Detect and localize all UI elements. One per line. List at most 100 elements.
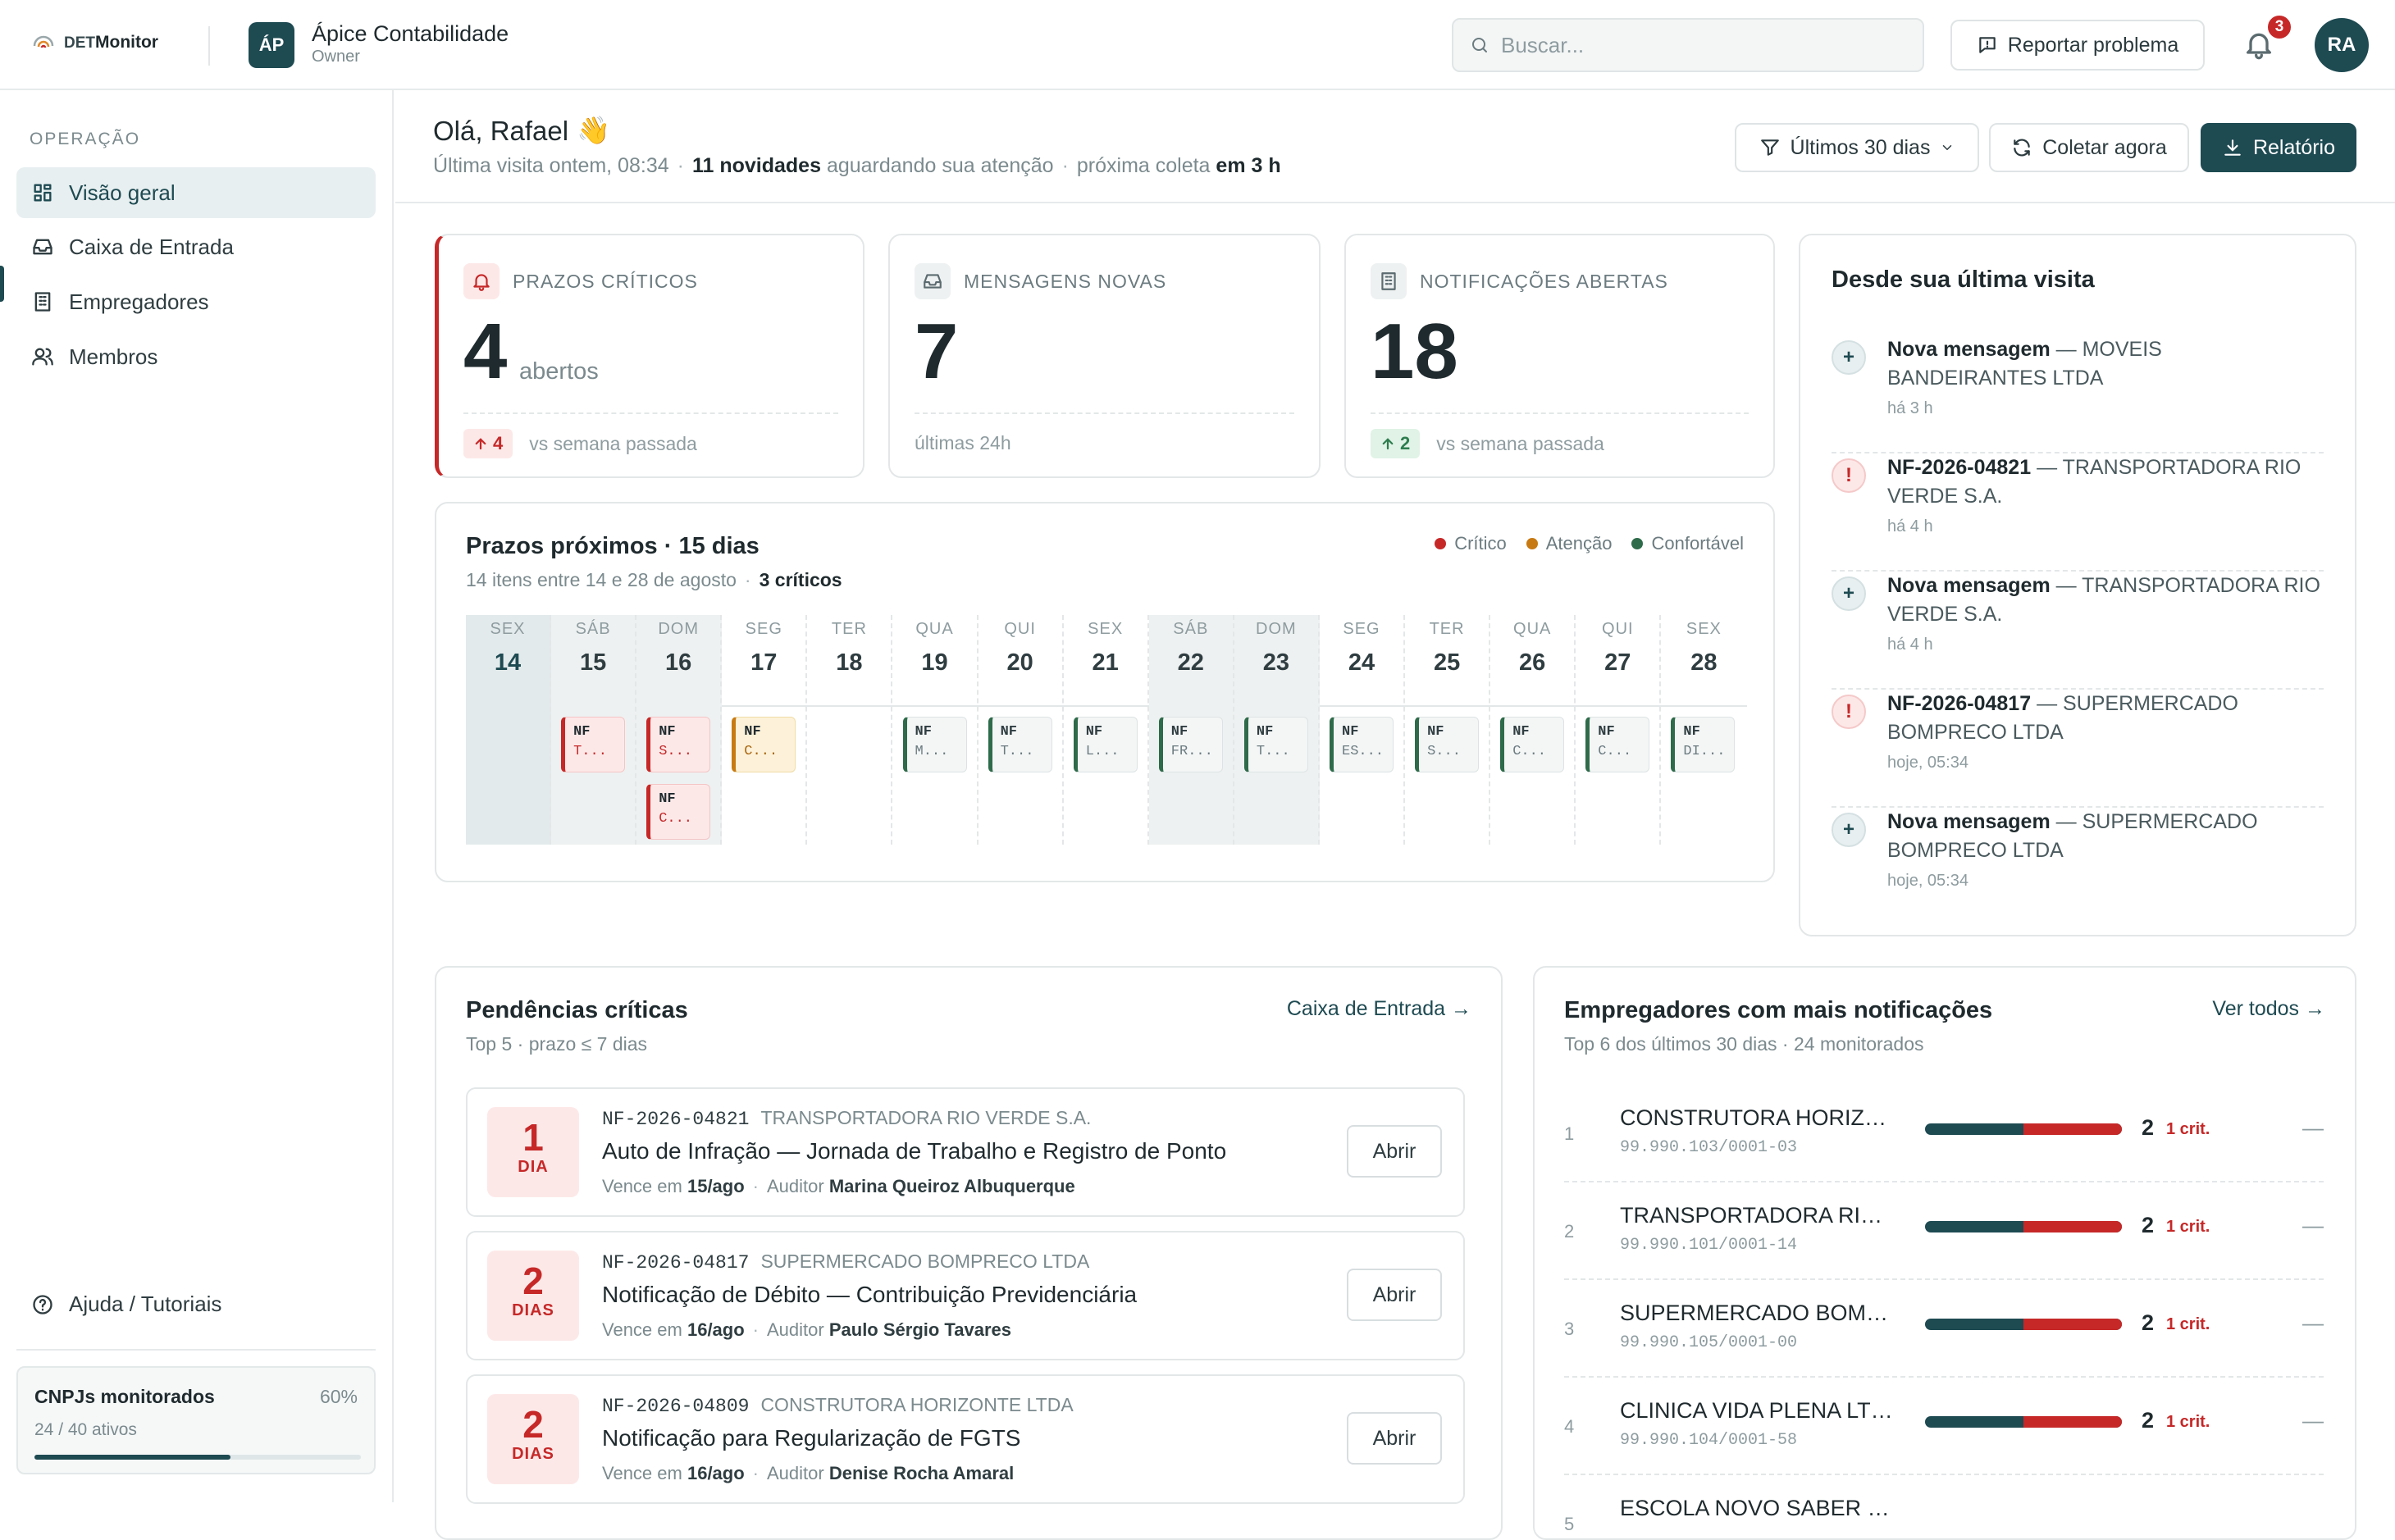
calendar-event[interactable]: NF C... <box>732 717 796 772</box>
event-name: FR... <box>1170 744 1213 759</box>
days-left-badge: 2 DIAS <box>487 1394 579 1484</box>
org-role: Owner <box>312 48 360 66</box>
feed-item[interactable]: + Nova mensagem — MOVEIS BANDEIRANTES LTD… <box>1832 335 2324 453</box>
calendar-event[interactable]: NF ES... <box>1330 717 1394 772</box>
employer-critical: 1 crit. <box>2166 1413 2210 1431</box>
separator-dot: · <box>752 1463 759 1483</box>
sidebar-item-empregadores[interactable]: Empregadores <box>16 276 376 327</box>
cnpj-usage-title: CNPJs monitorados <box>34 1386 215 1407</box>
day-of-week: SEG <box>1343 620 1380 638</box>
days-left-value: 2 <box>522 1260 544 1302</box>
feed-item[interactable]: ! NF-2026-04821 — TRANSPORTADORA RIO VERD… <box>1832 453 2324 572</box>
inbox-icon <box>33 239 52 255</box>
sidebar-item-membros[interactable]: Membros <box>16 331 376 382</box>
employer-cnpj: 99.990.104/0001-58 <box>1620 1431 1798 1450</box>
nav-section-heading: OPERAÇÃO <box>30 130 141 148</box>
report-download-button[interactable]: Relatório <box>2201 123 2356 172</box>
kpi-footer: 2 vs semana passada <box>1371 429 1604 458</box>
inbox-link[interactable]: Caixa de Entrada → <box>1287 997 1471 1021</box>
calendar-day[interactable]: SÁB 15 NF T... <box>551 615 637 845</box>
event-name: T... <box>573 744 607 759</box>
calendar-event[interactable]: NF M... <box>902 717 967 772</box>
day-number: 25 <box>1433 649 1461 676</box>
employer-rank: 5 <box>1564 1514 1575 1534</box>
open-button[interactable]: Abrir <box>1347 1412 1442 1465</box>
user-avatar[interactable]: RA <box>2315 18 2369 72</box>
calendar-day[interactable]: SÁB 22 NF FR... <box>1148 615 1234 845</box>
legend-item: Confortável <box>1631 533 1744 554</box>
calendar-day[interactable]: QUI 27 NF C... <box>1576 615 1662 845</box>
calendar-event[interactable]: NF T... <box>1243 717 1308 772</box>
pending-item[interactable]: 2 DIAS NF-2026-04809 CONSTRUTORA HORIZONTE … <box>466 1374 1465 1504</box>
calendar-day[interactable]: DOM 23 NF T... <box>1234 615 1320 845</box>
employer-row[interactable]: 5 ESCOLA NOVO SABER LT... <box>1564 1476 2324 1538</box>
news-count[interactable]: 11 novidades <box>692 154 821 177</box>
search-box[interactable] <box>1452 18 1924 72</box>
calendar-event[interactable]: NF L... <box>1073 717 1138 772</box>
day-number: 17 <box>750 649 778 676</box>
kpi-divider <box>915 412 1294 414</box>
open-button[interactable]: Abrir <box>1347 1269 1442 1321</box>
feed-item[interactable]: + Nova mensagem — SUPERMERCADO BOMPRECO L… <box>1832 808 2324 926</box>
sidebar-item-visao-geral[interactable]: Visão geral <box>16 167 376 218</box>
employer-row[interactable]: 2 TRANSPORTADORA RIO ... 99.990.101/0001-1… <box>1564 1183 2324 1280</box>
calendar-day[interactable]: QUA 26 NF C... <box>1490 615 1576 845</box>
calendar-day[interactable]: TER 25 NF S... <box>1405 615 1491 845</box>
calendar-event[interactable]: NF S... <box>646 717 711 772</box>
pending-item[interactable]: 1 DIA NF-2026-04821 TRANSPORTADORA RIO VERD… <box>466 1087 1465 1217</box>
employer-row[interactable]: 4 CLINICA VIDA PLENA LTDA 99.990.104/0001-… <box>1564 1378 2324 1475</box>
kpi-divider <box>463 412 838 414</box>
calendar-day[interactable]: SEX 14 <box>466 615 551 845</box>
employer-row[interactable]: 1 CONSTRUTORA HORIZO... 99.990.103/0001-03… <box>1564 1086 2324 1182</box>
kpi-critical-deadlines[interactable]: PRAZOS CRÍTICOS 4 abertos 4 vs semana pa… <box>435 234 864 478</box>
calendar-day[interactable]: SEX 28 NF DI... <box>1661 615 1746 845</box>
calendar-event[interactable]: NF T... <box>561 717 626 772</box>
calendar-day[interactable]: SEX 21 NF L... <box>1064 615 1149 845</box>
calendar-event[interactable]: NF DI... <box>1671 717 1736 772</box>
calendar-day[interactable]: TER 18 <box>807 615 893 845</box>
calendar-event[interactable]: NF C... <box>1500 717 1565 772</box>
since-last-visit-panel: Desde sua última visita + Nova mensagem —… <box>1799 234 2356 936</box>
pending-footer: Vence em 16/ago · Auditor Denise Rocha Ama… <box>602 1463 1014 1484</box>
plus-icon: + <box>1832 340 1866 375</box>
news-suffix: aguardando sua atenção <box>826 154 1054 177</box>
collect-now-button[interactable]: Coletar agora <box>1989 123 2189 172</box>
day-number: 27 <box>1604 649 1631 676</box>
employer-bar <box>1925 1319 2122 1330</box>
open-button[interactable]: Abrir <box>1347 1125 1442 1178</box>
help-link[interactable]: Ajuda / Tutoriais <box>16 1292 221 1317</box>
event-code: NF <box>659 791 676 807</box>
calendar-event[interactable]: NF C... <box>1585 717 1650 772</box>
calendar-event[interactable]: NF FR... <box>1158 717 1223 772</box>
calendar-event[interactable]: NF T... <box>988 717 1052 772</box>
search-input[interactable] <box>1501 32 1895 58</box>
calendar-day[interactable]: DOM 16 NF S... NF C... <box>636 615 723 845</box>
company-name: TRANSPORTADORA RIO VERDE S.A. <box>760 1107 1092 1128</box>
feed-item[interactable]: + Nova mensagem — TRANSPORTADORA RIO VERD… <box>1832 572 2324 690</box>
kpi-divider <box>1371 412 1749 414</box>
calendar-day[interactable]: QUA 19 NF M... <box>893 615 979 845</box>
org-name[interactable]: Ápice Contabilidade <box>312 21 509 47</box>
calendar-day[interactable]: SEG 17 NF C... <box>722 615 808 845</box>
calendar-event[interactable]: NF S... <box>1415 717 1480 772</box>
kpi-new-messages[interactable]: MENSAGENS NOVAS 7 últimas 24h <box>888 234 1321 478</box>
sidebar-item-caixa-de-entrada[interactable]: Caixa de Entrada <box>16 221 376 272</box>
pending-item[interactable]: 2 DIAS NF-2026-04817 SUPERMERCADO BOMPRECO … <box>466 1231 1465 1360</box>
event-name: C... <box>659 811 692 827</box>
report-problem-button[interactable]: Reportar problema <box>1950 20 2205 71</box>
active-indicator <box>0 266 4 302</box>
view-all-link[interactable]: Ver todos → <box>2212 997 2325 1021</box>
separator-dot: · <box>752 1176 759 1196</box>
calendar-day[interactable]: SEG 24 NF ES... <box>1320 615 1405 845</box>
calendar-day[interactable]: QUI 20 NF T... <box>979 615 1064 845</box>
period-filter-dropdown[interactable]: Últimos 30 dias <box>1735 123 1979 172</box>
event-code: NF <box>1512 724 1530 740</box>
brand-logo[interactable]: DETMonitor <box>31 33 158 52</box>
employer-bar-critical <box>2023 1221 2122 1232</box>
org-avatar[interactable]: ÁP <box>249 22 294 68</box>
feed-item[interactable]: ! NF-2026-04817 — SUPERMERCADO BOMPRECO L… <box>1832 690 2324 808</box>
calendar-event[interactable]: NF C... <box>646 784 711 840</box>
dashboard-icon <box>34 184 52 202</box>
kpi-open-notifications[interactable]: NOTIFICAÇÕES ABERTAS 18 2 vs semana pass… <box>1344 234 1775 478</box>
employer-row[interactable]: 3 SUPERMERCADO BOMPR... 99.990.105/0001-00… <box>1564 1281 2324 1378</box>
